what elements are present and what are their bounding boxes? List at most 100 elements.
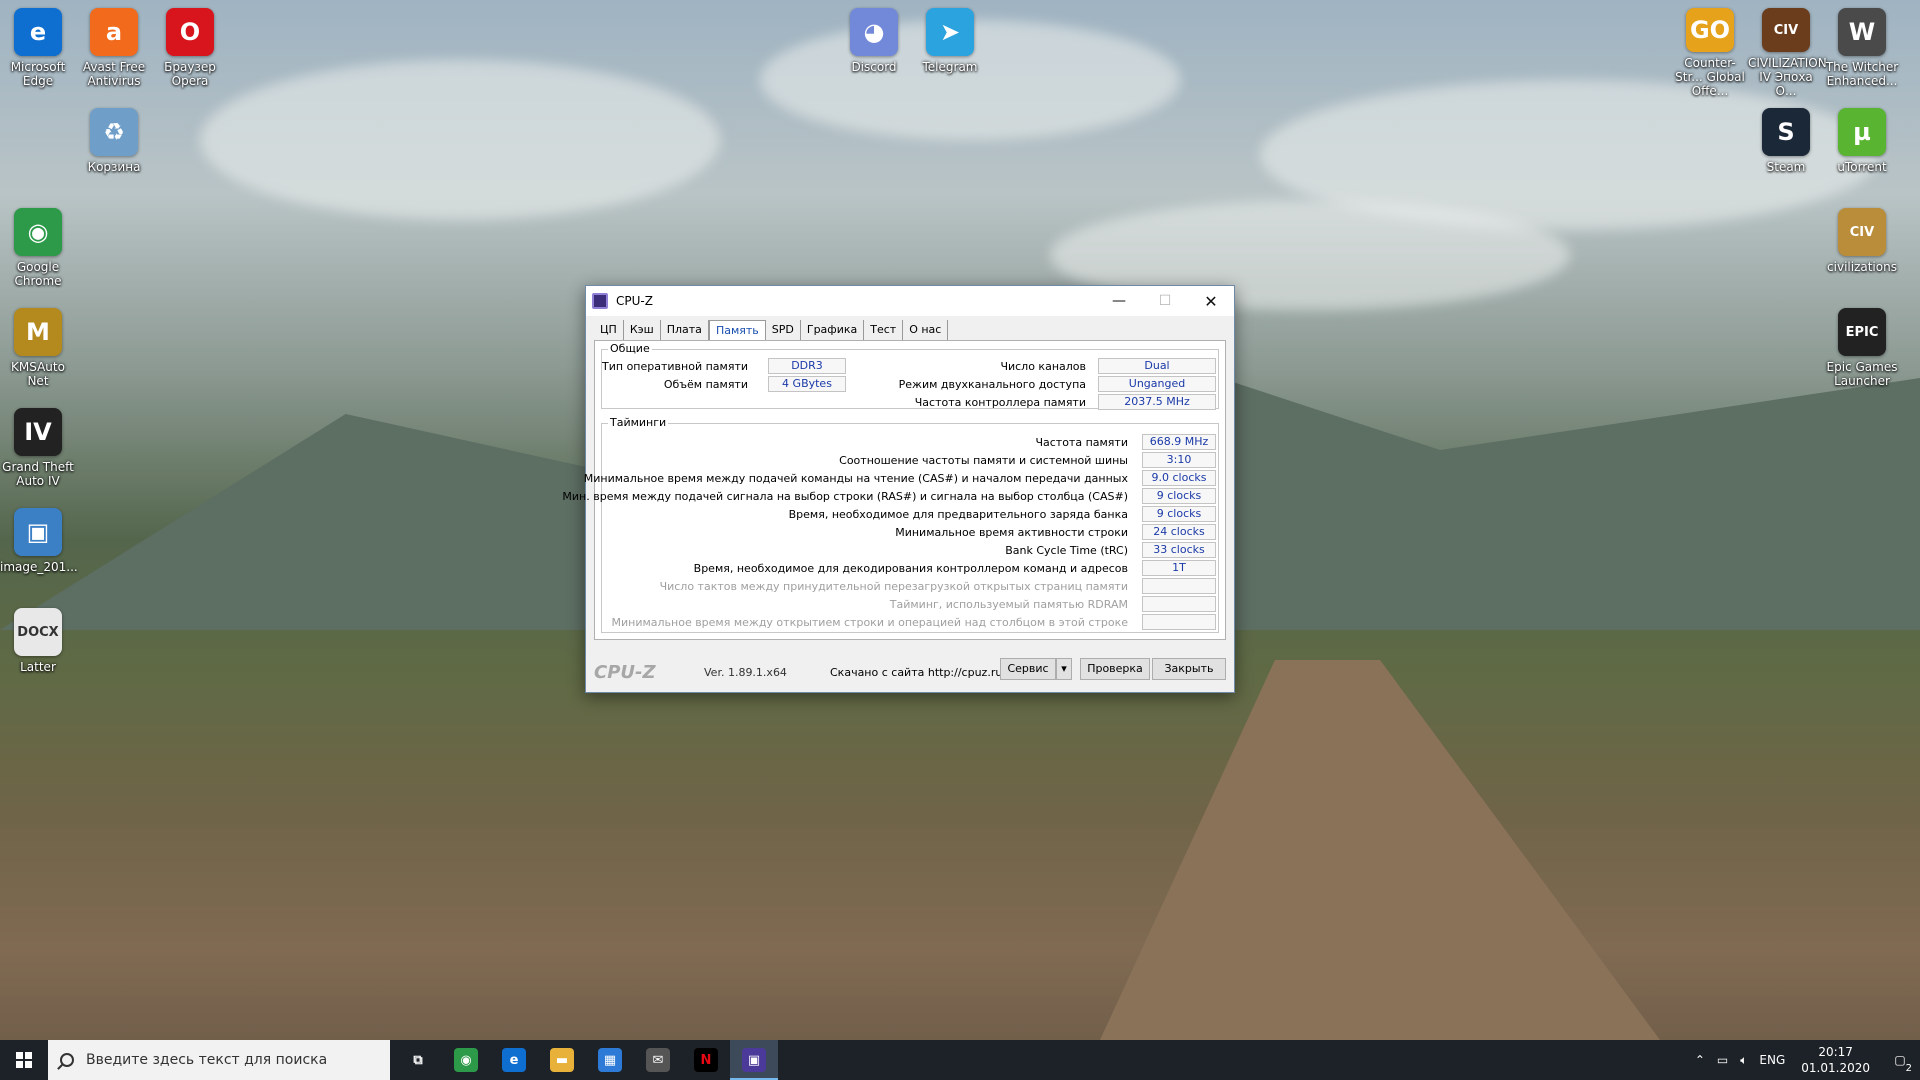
start-button[interactable] — [0, 1040, 48, 1080]
desktop-icon-image: W — [1838, 8, 1886, 56]
timing-label: Время, необходимое для декодирования кон… — [693, 562, 1128, 575]
cpu-z-icon: ▣ — [742, 1048, 766, 1072]
chevron-up-icon[interactable]: ⌃ — [1689, 1053, 1711, 1067]
desktop-icon[interactable]: W The Witcher Enhanced... — [1824, 2, 1900, 98]
action-center-button[interactable]: ▢ 2 — [1880, 1040, 1920, 1080]
channels-label: Число каналов — [1000, 360, 1086, 373]
close-app-button[interactable]: Закрыть — [1152, 658, 1226, 680]
desktop-icon[interactable]: GO Counter-Str... Global Offe... — [1672, 2, 1748, 98]
timing-label: Тайминг, используемый памятью RDRAM — [889, 598, 1128, 611]
tab-7[interactable]: О нас — [903, 320, 949, 340]
desktop-icon-image: O — [166, 8, 214, 56]
tab-2[interactable]: Плата — [661, 320, 709, 340]
window-title: CPU-Z — [616, 294, 653, 308]
language-indicator[interactable]: ENG — [1753, 1053, 1791, 1067]
tab-strip: ЦП Кэш Плата Память SPD Графика Тест О нас — [594, 320, 949, 340]
validate-button[interactable]: Проверка — [1080, 658, 1150, 680]
taskbar-app-store[interactable]: ▦ — [586, 1040, 634, 1080]
desktop-icon[interactable]: ▣ image_201... — [0, 502, 78, 598]
tab-0[interactable]: ЦП — [594, 320, 624, 340]
file-explorer-icon: ▬ — [550, 1048, 574, 1072]
maximize-button[interactable]: ☐ — [1142, 286, 1188, 316]
desktop-icon-image: EPIC — [1838, 308, 1886, 356]
desktop-icon[interactable]: ◉ Google Chrome — [0, 202, 76, 298]
tab-1[interactable]: Кэш — [624, 320, 661, 340]
timing-value: 1T — [1142, 560, 1216, 576]
desktop-icon[interactable]: EPIC Epic Games Launcher — [1824, 302, 1900, 398]
desktop-icon-label: Latter — [20, 660, 56, 674]
tab-4[interactable]: SPD — [766, 320, 801, 340]
timing-label: Число тактов между принудительной переза… — [659, 580, 1128, 593]
desktop-icon[interactable]: M KMSAuto Net — [0, 302, 76, 398]
desktop-icon-image: ♻ — [90, 108, 138, 156]
taskbar-app-netflix[interactable]: N — [682, 1040, 730, 1080]
desktop-icon-label: Discord — [851, 60, 897, 74]
taskbar-app-cpu-z[interactable]: ▣ — [730, 1040, 778, 1080]
desktop-icon[interactable]: CIV civilizations — [1824, 202, 1900, 298]
desktop-icon[interactable]: ◕ Discord — [836, 2, 912, 98]
channels-value: Dual — [1098, 358, 1216, 374]
desktop-icon-label: image_201... — [0, 560, 78, 574]
desktop-icon-label: Браузер Opera — [164, 60, 216, 88]
desktop-icon-image: GO — [1686, 8, 1734, 52]
network-icon[interactable]: ▭ — [1711, 1053, 1734, 1067]
desktop-icon-image: DOCX — [14, 608, 62, 656]
taskbar-search-box[interactable]: Введите здесь текст для поиска — [48, 1040, 390, 1080]
desktop-icon[interactable]: ♻ Корзина — [76, 102, 152, 198]
taskbar-app-mail[interactable]: ✉ — [634, 1040, 682, 1080]
desktop-icon-label: Google Chrome — [14, 260, 62, 288]
bottom-bar: CPU-Z Ver. 1.89.1.x64 Скачано с сайта ht… — [586, 652, 1234, 692]
desktop-icon[interactable]: IV Grand Theft Auto IV — [0, 402, 76, 498]
taskbar-apps: ⧉ ◉ e ▬ ▦ ✉ N ▣ — [394, 1040, 778, 1080]
clock-date: 01.01.2020 — [1801, 1061, 1870, 1075]
taskbar-app-task-view[interactable]: ⧉ — [394, 1040, 442, 1080]
cpuz-window[interactable]: CPU-Z — ☐ ✕ ЦП Кэш Плата Память SPD Графика Те… — [562, 285, 1235, 693]
timings-group: Тайминги Частота памяти 668.9 MHz Соотноше… — [562, 416, 1219, 633]
netflix-icon: N — [694, 1048, 718, 1072]
timing-label: Bank Cycle Time (tRC) — [1005, 544, 1128, 557]
desktop-icon-image: CIV — [1762, 8, 1810, 52]
desktop-icon-label: CIVILIZATION IV Эпоха О... — [1748, 56, 1827, 98]
desktop-icon-image: CIV — [1838, 208, 1886, 256]
desktop-icon[interactable]: µ uTorrent — [1824, 102, 1900, 198]
notification-icon: ▢ — [1894, 1053, 1906, 1067]
service-dropdown-button[interactable]: ▾ — [1056, 658, 1072, 680]
minimize-button[interactable]: — — [1096, 286, 1142, 316]
task-view-icon: ⧉ — [413, 1052, 423, 1068]
desktop-icon-image: e — [14, 8, 62, 56]
desktop-icon[interactable]: a Avast Free Antivirus — [76, 2, 152, 98]
volume-icon[interactable]: 🔈︎ — [1734, 1053, 1753, 1068]
taskbar-app-edge[interactable]: e — [490, 1040, 538, 1080]
memory-type-label: Тип оперативной памяти — [602, 360, 748, 373]
title-bar[interactable]: CPU-Z — ☐ ✕ — [586, 286, 1234, 316]
desktop-icon[interactable]: e Microsoft Edge — [0, 2, 76, 98]
desktop-icon[interactable]: O Браузер Opera — [152, 2, 228, 98]
close-button[interactable]: ✕ — [1188, 286, 1234, 316]
timing-value: 668.9 MHz — [1142, 434, 1216, 450]
desktop-icon-image: ➤ — [926, 8, 974, 56]
taskbar-app-file-explorer[interactable]: ▬ — [538, 1040, 586, 1080]
taskbar-app-chrome[interactable]: ◉ — [442, 1040, 490, 1080]
download-source-text: Скачано с сайта http://cpuz.ru — [830, 666, 1003, 679]
service-button[interactable]: Сервис — [1000, 658, 1056, 680]
chrome-icon: ◉ — [454, 1048, 478, 1072]
desktop-icon[interactable]: S Steam — [1748, 102, 1824, 198]
clock[interactable]: 20:17 01.01.2020 — [1791, 1044, 1880, 1076]
desktop-icon[interactable]: DOCX Latter — [0, 602, 76, 698]
desktop-icon-label: civilizations — [1827, 260, 1897, 274]
tab-5[interactable]: Графика — [801, 320, 865, 340]
timing-label: Частота памяти — [1035, 436, 1128, 449]
desktop-icon[interactable]: ➤ Telegram — [912, 2, 988, 98]
desktop-icon-label: KMSAuto Net — [11, 360, 65, 388]
nb-frequency-value: 2037.5 MHz — [1098, 394, 1216, 410]
close-icon: ✕ — [1204, 291, 1218, 311]
search-placeholder: Введите здесь текст для поиска — [86, 1052, 328, 1068]
desktop-icon[interactable]: CIV CIVILIZATION IV Эпоха О... — [1748, 2, 1827, 98]
timing-label: Мин. время между подачей сигнала на выбо… — [562, 490, 1128, 503]
system-tray: ⌃ ▭ 🔈︎ ENG 20:17 01.01.2020 ▢ 2 — [1689, 1040, 1920, 1080]
notification-count: 2 — [1905, 1063, 1912, 1074]
tab-3[interactable]: Память — [708, 320, 766, 340]
desktop-icon-image: ◉ — [14, 208, 62, 256]
timing-value: 9 clocks — [1142, 488, 1216, 504]
tab-6[interactable]: Тест — [864, 320, 904, 340]
